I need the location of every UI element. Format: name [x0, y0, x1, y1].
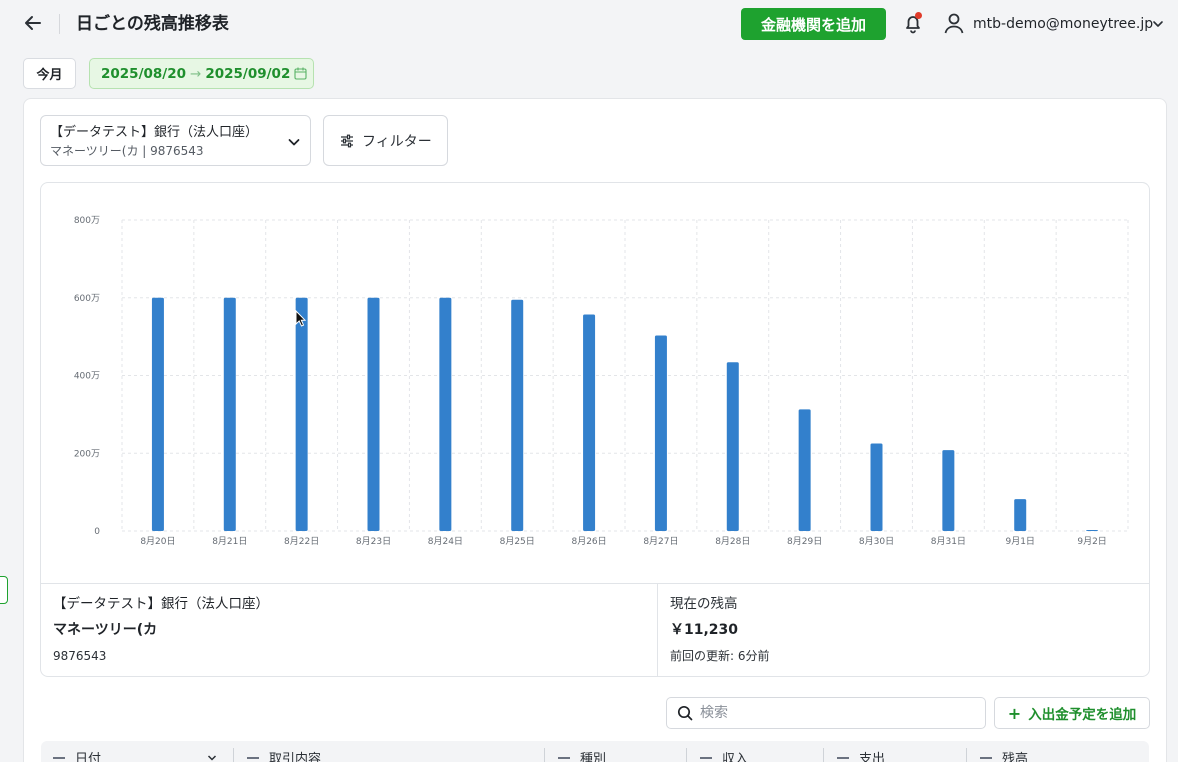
x-tick-label: 9月1日	[1005, 536, 1034, 547]
column-header-description[interactable]: 取引内容	[247, 748, 321, 762]
side-handle[interactable]	[0, 576, 8, 604]
column-header-type[interactable]: 種別	[558, 748, 606, 762]
y-tick-label: 200万	[74, 449, 100, 459]
chart-bar	[367, 297, 380, 531]
column-divider	[233, 748, 234, 762]
column-divider	[966, 748, 967, 762]
filter-label: フィルター	[362, 133, 432, 150]
x-tick-label: 8月23日	[356, 536, 391, 547]
chart-bar	[1014, 499, 1027, 531]
chart-bar	[439, 297, 452, 531]
x-tick-label: 8月29日	[787, 536, 822, 547]
drag-handle-icon[interactable]	[558, 756, 570, 759]
chart-bar	[942, 450, 955, 531]
x-tick-label: 8月30日	[859, 536, 894, 547]
calendar-icon	[294, 67, 307, 80]
divider	[657, 584, 658, 676]
top-bar: 日ごとの残高推移表 金融機関を追加 mtb-demo@moneytree.jp	[0, 0, 1178, 48]
search-icon	[677, 705, 693, 721]
x-tick-label: 8月27日	[643, 536, 678, 547]
x-tick-label: 8月21日	[212, 536, 247, 547]
last-updated: 前回の更新: 6分前	[670, 649, 770, 663]
plus-icon: +	[1007, 703, 1022, 723]
column-divider	[544, 748, 545, 762]
x-tick-label: 8月28日	[715, 536, 750, 547]
column-divider	[686, 748, 687, 762]
x-tick-label: 8月20日	[140, 536, 175, 547]
date-start: 2025/08/20	[101, 65, 187, 82]
account-bank-name: 【データテスト】銀行（法人口座）	[53, 596, 269, 612]
date-end: 2025/09/02	[205, 65, 291, 82]
drag-handle-icon[interactable]	[837, 756, 849, 759]
column-header-expense[interactable]: 支出	[837, 748, 885, 762]
x-tick-label: 9月2日	[1077, 536, 1106, 547]
column-header-income[interactable]: 収入	[700, 748, 748, 762]
date-arrow: →	[190, 65, 202, 82]
user-email[interactable]: mtb-demo@moneytree.jp	[973, 14, 1153, 34]
column-divider	[823, 748, 824, 762]
y-tick-label: 600万	[74, 294, 100, 304]
mouse-cursor-icon	[295, 310, 307, 327]
chart-bar	[223, 297, 236, 531]
drag-handle-icon[interactable]	[247, 756, 259, 759]
notification-dot	[915, 12, 922, 19]
x-tick-label: 8月22日	[284, 536, 319, 547]
chart-bar	[151, 297, 164, 531]
x-tick-label: 8月25日	[500, 536, 535, 547]
account-number: 9876543	[53, 649, 107, 663]
chevron-down-icon	[288, 139, 300, 146]
column-header-date[interactable]: 日付	[53, 748, 101, 762]
balance-bar-chart: 0 200万 400万 600万 800万 8月20日 8月21日 8月22日 8月23日 8月2…	[74, 216, 1129, 547]
search-input[interactable]	[700, 700, 980, 726]
y-tick-label: 800万	[74, 216, 100, 226]
drag-handle-icon[interactable]	[53, 756, 65, 759]
this-month-button[interactable]: 今月	[23, 58, 76, 89]
date-range-picker[interactable]: 2025/08/20 → 2025/09/02	[89, 58, 314, 89]
chart-bar	[726, 362, 739, 531]
x-tick-label: 8月26日	[571, 536, 606, 547]
sliders-icon	[341, 134, 353, 147]
drag-handle-icon[interactable]	[980, 756, 992, 759]
column-header-balance[interactable]: 残高	[980, 748, 1028, 762]
account-select[interactable]: 【データテスト】銀行（法人口座） マネーツリー(カ | 9876543	[40, 115, 311, 166]
current-balance-value: ￥11,230	[670, 622, 739, 638]
chart-bar	[654, 335, 667, 531]
chevron-down-icon[interactable]	[206, 752, 218, 762]
add-planned-transaction-label: 入出金予定を追加	[1028, 707, 1137, 723]
chart-bar	[511, 299, 524, 531]
chevron-down-icon[interactable]	[1151, 17, 1165, 31]
current-balance-label: 現在の残高	[670, 596, 738, 612]
y-tick-label: 400万	[74, 372, 100, 382]
add-planned-transaction-button[interactable]: + 入出金予定を追加	[994, 697, 1150, 729]
account-select-sub: マネーツリー(カ | 9876543	[50, 144, 204, 158]
back-arrow-icon[interactable]	[22, 12, 44, 34]
x-tick-label: 8月31日	[931, 536, 966, 547]
chart-bar	[295, 297, 308, 531]
chart-bar	[583, 314, 596, 531]
x-tick-label: 8月24日	[428, 536, 463, 547]
chart-bar	[798, 409, 811, 531]
user-icon[interactable]	[943, 12, 965, 34]
filter-button[interactable]: フィルター	[323, 115, 448, 166]
page-title: 日ごとの残高推移表	[76, 14, 229, 34]
chart-bar	[1086, 530, 1099, 531]
divider	[41, 583, 1149, 584]
account-select-name: 【データテスト】銀行（法人口座）	[50, 125, 259, 140]
divider	[59, 14, 60, 34]
chart-bar	[870, 443, 883, 531]
account-holder: マネーツリー(カ	[53, 622, 158, 638]
drag-handle-icon[interactable]	[700, 756, 712, 759]
add-institution-button[interactable]: 金融機関を追加	[741, 8, 886, 40]
y-tick-label: 0	[94, 527, 100, 537]
